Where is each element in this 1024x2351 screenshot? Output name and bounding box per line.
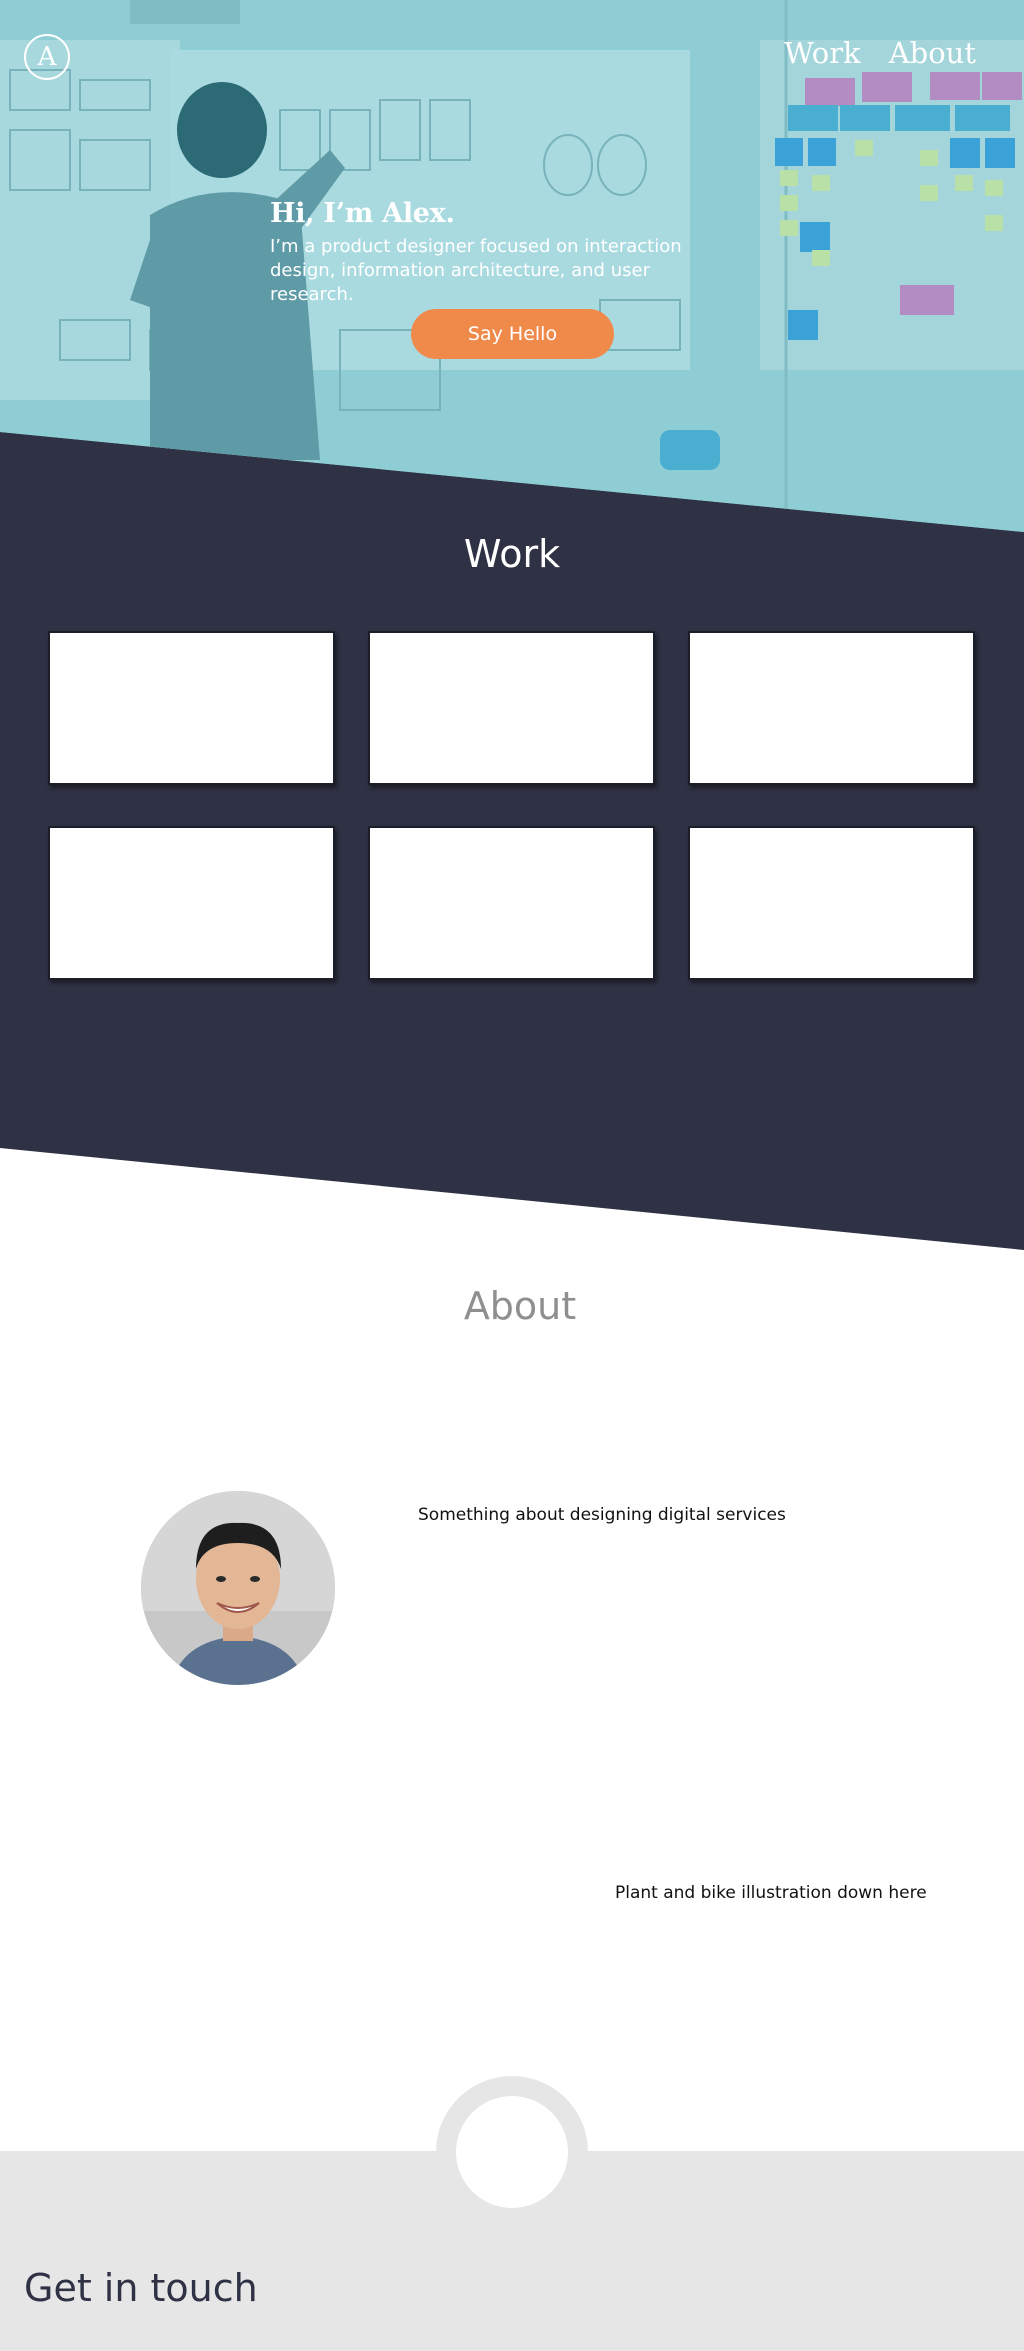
say-hello-button[interactable]: Say Hello — [411, 309, 614, 359]
hero-intro: Hi, I’m Alex. I’m a product designer foc… — [270, 198, 730, 307]
work-card[interactable] — [368, 631, 655, 785]
main-nav: Work About — [784, 36, 976, 70]
nav-link-work[interactable]: Work — [784, 36, 861, 70]
work-card[interactable] — [48, 826, 335, 980]
work-card[interactable] — [688, 631, 975, 785]
work-card[interactable] — [368, 826, 655, 980]
footer-ring-inner — [456, 2096, 568, 2208]
portrait-photo — [141, 1491, 335, 1685]
nav-link-about[interactable]: About — [889, 36, 976, 70]
get-in-touch-title: Get in touch — [24, 2266, 258, 2310]
logo[interactable]: A — [24, 34, 70, 80]
illustration-placeholder-text: Plant and bike illustration down here — [615, 1883, 927, 1903]
hero-heading: Hi, I’m Alex. — [270, 198, 455, 229]
about-section-title: About — [463, 1284, 577, 1328]
avatar — [141, 1491, 335, 1685]
footer-ring-decoration — [436, 2076, 588, 2228]
hero-tagline: I’m a product designer focused on intera… — [270, 236, 682, 305]
about-text: Something about designing digital servic… — [418, 1505, 786, 1525]
work-card[interactable] — [48, 631, 335, 785]
logo-letter: A — [37, 42, 57, 72]
work-card[interactable] — [688, 826, 975, 980]
work-section-title: Work — [463, 532, 561, 576]
